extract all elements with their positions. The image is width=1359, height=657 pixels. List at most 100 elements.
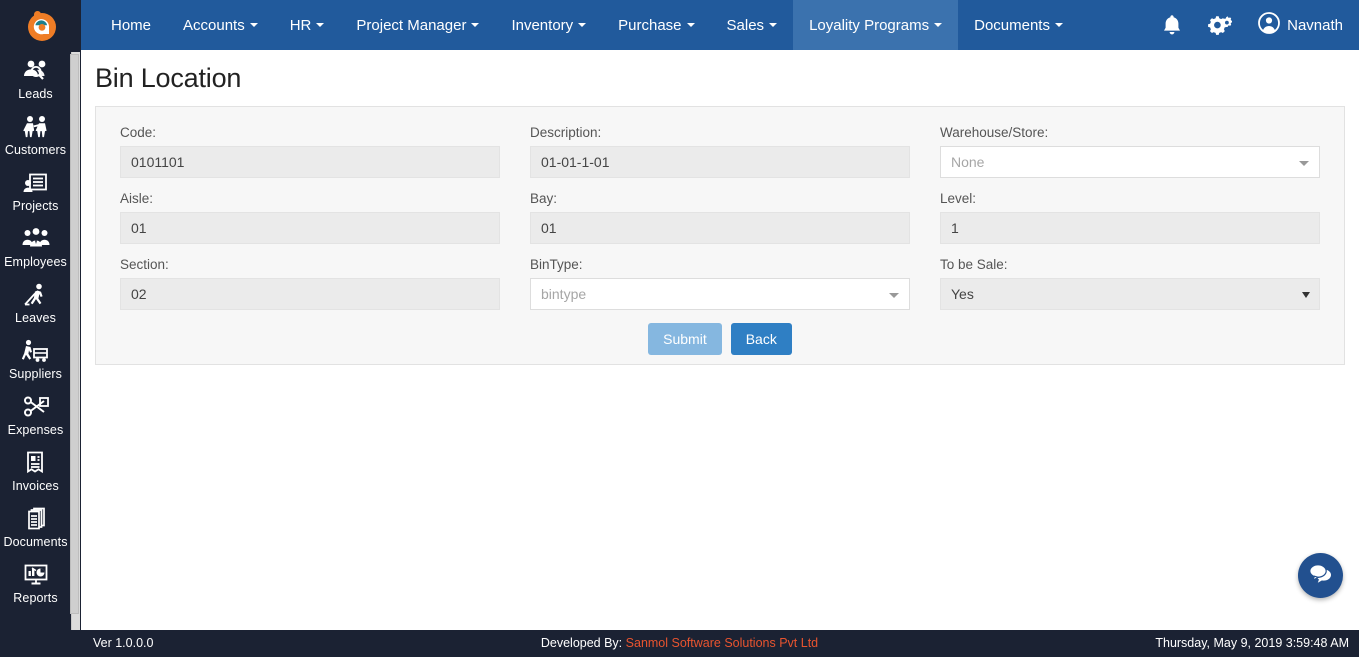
code-input[interactable] [120,146,500,178]
sidebar-item-employees[interactable]: Employees [0,218,71,274]
sidebar-scrollbar-track[interactable] [70,52,80,642]
sidebar-item-label: Documents [3,535,68,549]
code-label: Code: [120,125,157,140]
to-be-sale-select[interactable]: Yes [940,278,1320,310]
chevron-down-icon [1299,161,1309,166]
sidebar-item-label: Leads [18,87,53,101]
nav-item-label: Project Manager [356,16,467,34]
nav-item-home[interactable]: Home [95,0,167,50]
warehouse-selected-value: None [951,154,985,170]
description-input[interactable] [530,146,910,178]
documents-icon [0,504,71,534]
expenses-icon [0,392,71,422]
sidebar-item-reports[interactable]: Reports [0,554,71,610]
chevron-down-icon [769,23,778,27]
chevron-down-icon [249,23,258,27]
aisle-label: Aisle: [120,191,154,206]
form-row-3: Section: BinType: bintype To be Sale: Ye… [120,257,1320,310]
sidebar-item-label: Reports [13,591,58,605]
warehouse-select[interactable]: None [940,146,1320,178]
sidebar: Leads Customers Projects Employees Leave… [0,0,81,657]
warehouse-label: Warehouse/Store: [940,125,1049,140]
chat-support-button[interactable] [1298,553,1343,598]
field-to-be-sale: To be Sale: Yes [940,257,1320,310]
bintype-label: BinType: [530,257,583,272]
sidebar-item-leads[interactable]: Leads [0,50,71,106]
top-navigation-bar: Home Accounts HR Project Manager Invento… [81,0,1359,50]
reports-icon [0,560,71,590]
sidebar-item-label: Employees [4,255,67,269]
sidebar-item-expenses[interactable]: Expenses [0,386,71,442]
nav-item-label: Inventory [511,16,574,34]
company-link[interactable]: Sanmol Software Solutions Pvt Ltd [626,636,818,650]
nav-item-project-manager[interactable]: Project Manager [340,0,495,50]
field-aisle: Aisle: [120,191,500,244]
form-actions: Submit Back [120,323,1320,355]
submit-button[interactable]: Submit [648,323,722,355]
section-label: Section: [120,257,169,272]
application-window: Leads Customers Projects Employees Leave… [0,0,1359,657]
level-input[interactable] [940,212,1320,244]
bay-label: Bay: [530,191,558,206]
nav-item-inventory[interactable]: Inventory [495,0,602,50]
field-level: Level: [940,191,1320,244]
main-content: Bin Location Code: Description: Warehous… [81,50,1359,630]
sidebar-item-label: Expenses [7,423,64,437]
sidebar-item-label: Suppliers [8,367,62,381]
top-nav-actions: Navnath [1162,0,1343,50]
back-button[interactable]: Back [730,323,792,355]
chevron-down-icon [686,23,695,27]
description-label: Description: [530,125,602,140]
user-menu[interactable]: Navnath [1258,12,1343,38]
leaves-icon [0,280,71,310]
sidebar-item-projects[interactable]: Projects [0,162,71,218]
gears-icon[interactable] [1208,14,1233,36]
sidebar-scrollbar-thumb[interactable] [70,54,79,614]
chevron-down-icon [1054,23,1063,27]
employees-icon [0,224,71,254]
projects-icon [0,168,71,198]
sidebar-item-label: Projects [12,199,59,213]
chevron-down-icon [889,293,899,298]
form-row-2: Aisle: Bay: Level: [120,191,1320,244]
nav-item-accounts[interactable]: Accounts [167,0,274,50]
nav-item-label: Purchase [618,16,682,34]
nav-item-purchase[interactable]: Purchase [602,0,710,50]
nav-item-documents[interactable]: Documents [958,0,1079,50]
app-logo[interactable] [0,0,81,50]
invoices-icon [0,448,71,478]
nav-item-sales[interactable]: Sales [711,0,794,50]
sidebar-item-invoices[interactable]: Invoices [0,442,71,498]
aisle-input[interactable] [120,212,500,244]
nav-item-loyality-programs[interactable]: Loyality Programs [793,0,959,50]
bell-icon[interactable] [1162,14,1182,36]
section-input[interactable] [120,278,500,310]
sidebar-item-label: Customers [4,143,67,157]
nav-item-label: Loyality Programs [809,16,930,34]
sidebar-item-leaves[interactable]: Leaves [0,274,71,330]
chevron-down-icon [578,23,587,27]
to-be-sale-selected-value: Yes [951,286,974,302]
bay-input[interactable] [530,212,910,244]
field-description: Description: [530,125,910,178]
datetime-label: Thursday, May 9, 2019 3:59:48 AM [1155,636,1349,650]
suppliers-icon [0,336,71,366]
sidebar-item-documents[interactable]: Documents [0,498,71,554]
to-be-sale-label: To be Sale: [940,257,1008,272]
developed-by-prefix: Developed By: [540,636,623,650]
level-label: Level: [940,191,977,206]
sidebar-item-customers[interactable]: Customers [0,106,71,162]
nav-item-label: Home [111,16,152,34]
field-section: Section: [120,257,500,310]
chevron-down-icon [471,23,480,27]
bintype-select[interactable]: bintype [530,278,910,310]
bin-location-form-panel: Code: Description: Warehouse/Store: None [95,106,1345,365]
bintype-selected-value: bintype [541,286,587,302]
sidebar-item-suppliers[interactable]: Suppliers [0,330,71,386]
footer-bar: Ver 1.0.0.0 Developed By: Sanmol Softwar… [0,630,1359,657]
sidebar-scroll-area: Leads Customers Projects Employees Leave… [0,50,81,657]
company-logo-icon [23,7,59,43]
nav-item-hr[interactable]: HR [274,0,341,50]
field-warehouse-store: Warehouse/Store: None [940,125,1320,178]
user-name-label: Navnath [1287,16,1343,34]
